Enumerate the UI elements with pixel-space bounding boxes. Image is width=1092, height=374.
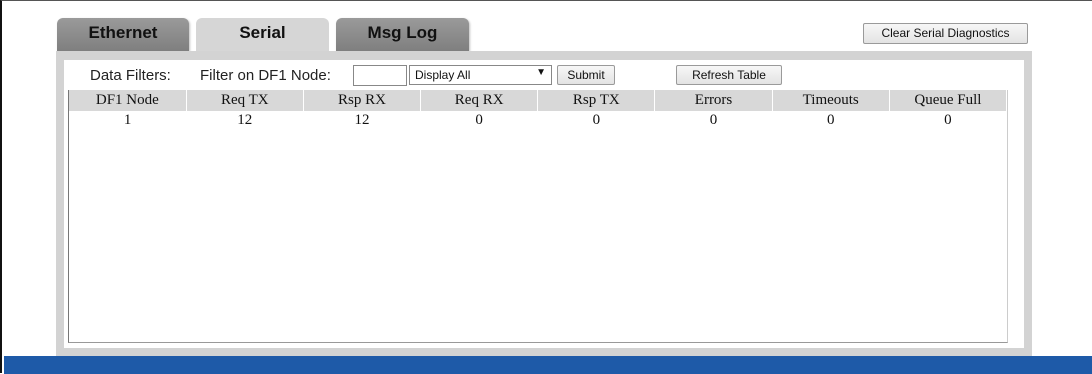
refresh-table-button[interactable]: Refresh Table [676, 65, 782, 85]
node-filter-input[interactable] [353, 65, 407, 86]
display-select[interactable]: Display All ▼ [409, 65, 552, 85]
cell-req-tx: 12 [237, 112, 253, 128]
table-header-row: DF1 Node Req TX Rsp RX Req RX Rsp TX Err… [69, 90, 1008, 111]
col-errors: Errors [654, 90, 773, 111]
serial-panel: Data Filters: Filter on DF1 Node: Displa… [56, 51, 1032, 356]
cell-rsp-tx: 0 [592, 112, 601, 128]
cell-timeouts: 0 [826, 112, 835, 128]
cell-df1-node: 1 [123, 112, 132, 128]
col-df1-node: DF1 Node [69, 90, 187, 111]
tab-ethernet[interactable]: Ethernet [57, 18, 189, 51]
data-filters-label: Data Filters: [90, 67, 171, 84]
filter-node-label: Filter on DF1 Node: [200, 67, 331, 84]
tab-msg-log[interactable]: Msg Log [336, 18, 469, 51]
cell-queue-full: 0 [944, 112, 952, 128]
diagnostics-table-container: DF1 Node Req TX Rsp RX Req RX Rsp TX Err… [68, 90, 1008, 343]
cell-rsp-rx: 12 [354, 112, 370, 128]
submit-button[interactable]: Submit [557, 65, 615, 85]
col-rsp-tx: Rsp TX [537, 90, 656, 111]
col-req-tx: Req TX [186, 90, 304, 111]
clear-serial-diagnostics-button[interactable]: Clear Serial Diagnostics [863, 23, 1028, 44]
diagnostics-table: DF1 Node Req TX Rsp RX Req RX Rsp TX Err… [69, 90, 1008, 130]
col-queue-full: Queue Full [889, 90, 1008, 111]
cell-req-rx: 0 [475, 112, 483, 128]
col-rsp-rx: Rsp RX [303, 90, 422, 111]
dropdown-arrow-icon: ▼ [536, 67, 546, 78]
table-row: 1 12 12 0 0 0 0 0 [69, 111, 1007, 130]
diagnostics-window: Ethernet Serial Msg Log Clear Serial Dia… [0, 0, 1092, 374]
tab-serial[interactable]: Serial [196, 18, 329, 54]
col-req-rx: Req RX [420, 90, 539, 111]
serial-panel-content: Data Filters: Filter on DF1 Node: Displa… [64, 60, 1024, 348]
display-select-value: Display All [415, 68, 471, 82]
footer-bar [4, 356, 1092, 374]
cell-errors: 0 [709, 112, 718, 128]
col-timeouts: Timeouts [772, 90, 890, 111]
